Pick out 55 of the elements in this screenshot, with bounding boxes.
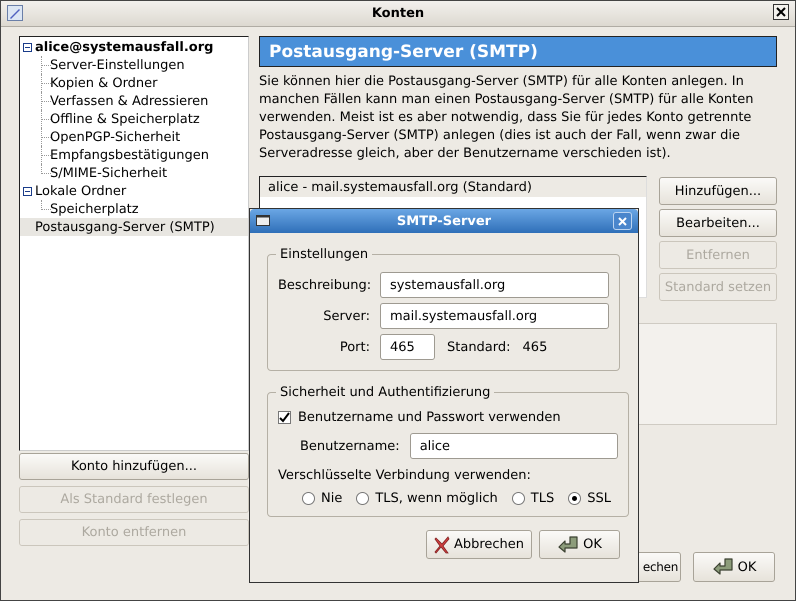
input-field[interactable]: mail.systemausfall.org — [380, 303, 609, 329]
tree-item[interactable]: OpenPGP-Sicherheit — [20, 128, 248, 146]
tree-item[interactable]: Offline & Speicherplatz — [20, 110, 248, 128]
hand-arrow-icon — [557, 534, 580, 554]
server-list-item[interactable]: alice - mail.systemausfall.org (Standard) — [260, 177, 646, 197]
button[interactable]: OK — [539, 530, 620, 559]
radio-label[interactable]: SSL — [587, 491, 611, 506]
username-field[interactable]: alice — [410, 433, 618, 459]
radio-button[interactable] — [302, 492, 315, 505]
field-label: Beschreibung: — [278, 278, 370, 292]
collapse-icon[interactable] — [23, 186, 32, 196]
field-label: Port: — [338, 340, 370, 354]
collapse-icon[interactable] — [23, 42, 32, 52]
button[interactable]: Abbrechen — [426, 530, 532, 559]
button[interactable]: Konto hinzufügen... — [19, 453, 249, 480]
default-port-value: 465 — [522, 340, 548, 354]
window-icon — [256, 215, 270, 226]
group-title: Einstellungen — [279, 247, 370, 262]
field-label: Benutzername: — [300, 438, 400, 454]
checkbox[interactable] — [278, 411, 291, 424]
close-icon — [618, 216, 627, 226]
hand-arrow-icon — [712, 557, 734, 577]
radio-label[interactable]: TLS — [530, 491, 554, 506]
button[interactable]: Bearbeiten... — [659, 209, 777, 237]
button[interactable]: Hinzufügen... — [659, 177, 777, 205]
encryption-label: Verschlüsselte Verbindung verwenden: — [278, 468, 532, 483]
radio-button[interactable] — [512, 492, 525, 505]
tree-item[interactable]: S/MIME-Sicherheit — [20, 164, 248, 182]
description-text: Sie können hier die Postausgang-Server (SMTP) für alle Konten anlegen. In manchen Fällen kann man einen Postausgang-Server (SMTP) für alle Konten verwenden. Meist ist es aber notwendig, dass Sie für jedes Konto getrennte Postausgang-Server (SMTP) anlegen (dies ist auch der Fall, wenn zwar die Serveradresse gleich, aber der Benutzername verschieden ist). — [259, 73, 754, 163]
tree-item[interactable]: Postausgang-Server (SMTP) — [20, 218, 248, 236]
radio-label[interactable]: Nie — [321, 491, 342, 506]
port-field[interactable]: 465 — [380, 334, 435, 360]
dialog-title: SMTP-Server — [396, 214, 492, 228]
tree-item[interactable]: Lokale Ordner — [20, 182, 248, 200]
app-icon — [7, 5, 23, 21]
group-title: Sicherheit und Authentifizierung — [279, 385, 492, 400]
tree-item[interactable]: Kopien & Ordner — [20, 74, 248, 92]
radio-button[interactable] — [356, 492, 370, 505]
cross-icon — [434, 536, 450, 554]
input-field[interactable]: systemausfall.org — [380, 272, 609, 298]
close-icon — [776, 7, 786, 17]
tree-item[interactable]: Verfassen & Adressieren — [20, 92, 248, 110]
field-label: Server: — [322, 308, 370, 324]
radio-label[interactable]: TLS, wenn möglich — [375, 491, 498, 506]
tree-item[interactable]: alice@systemausfall.org — [20, 38, 248, 56]
tree-item[interactable]: Speicherplatz — [20, 200, 248, 218]
radio-button[interactable] — [568, 492, 582, 505]
panel-header: Postausgang-Server (SMTP) — [259, 36, 777, 67]
window-title: Konten — [372, 6, 424, 21]
default-port-label: Standard: — [447, 340, 511, 354]
tree-item[interactable]: Empfangsbestätigungen — [20, 146, 248, 164]
tree-item[interactable]: Server-Einstellungen — [20, 56, 248, 74]
checkbox-label[interactable]: Benutzername und Passwort verwenden — [298, 410, 561, 425]
close-button[interactable] — [773, 4, 789, 20]
button[interactable]: OK — [693, 552, 775, 582]
